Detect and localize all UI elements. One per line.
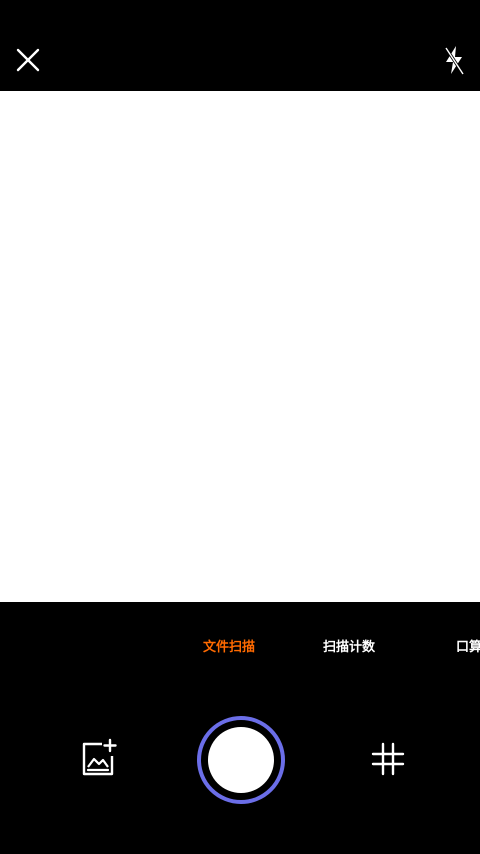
close-button[interactable] <box>8 40 48 80</box>
top-bar <box>0 0 480 91</box>
flash-off-icon <box>444 46 465 75</box>
grid-toggle-button[interactable] <box>366 737 410 781</box>
grid-icon <box>371 742 405 776</box>
tab-scan-count[interactable]: 扫描计数 <box>323 636 375 660</box>
tab-file-scan[interactable]: 文件扫描 <box>203 636 255 660</box>
gallery-add-icon <box>82 738 117 776</box>
camera-scan-screen: 文件扫描 扫描计数 口算 <box>0 0 480 854</box>
shutter-button[interactable] <box>197 716 285 804</box>
flash-toggle-button[interactable] <box>434 40 474 80</box>
tab-oral-calc[interactable]: 口算 <box>456 636 480 660</box>
shutter-inner <box>208 727 274 793</box>
gallery-button[interactable] <box>76 736 120 780</box>
close-icon <box>16 48 40 72</box>
camera-viewfinder[interactable] <box>0 91 480 602</box>
